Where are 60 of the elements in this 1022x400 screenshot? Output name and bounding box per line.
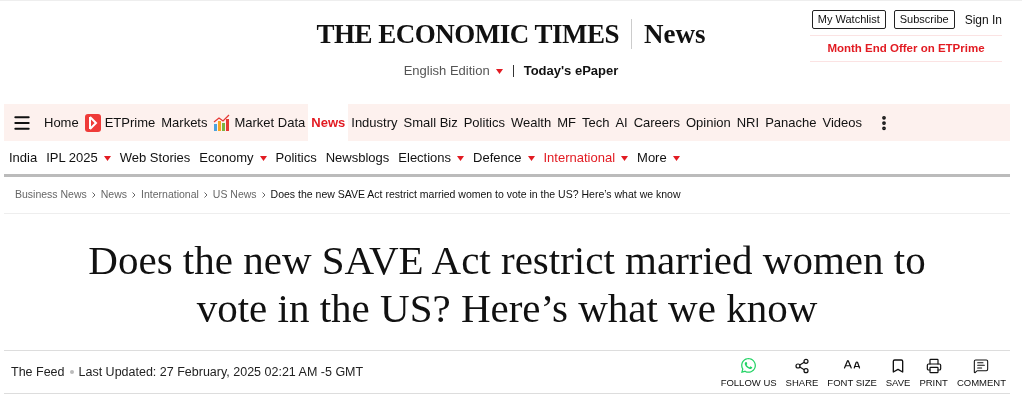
print-icon	[925, 358, 942, 375]
subnav-link[interactable]: Defence	[473, 147, 535, 168]
breadcrumb-link[interactable]: Does the new SAVE Act restrict married women to vote in the US? Here’s what we know	[270, 187, 681, 203]
source-label: The Feed	[11, 363, 65, 381]
action-button[interactable]: FONT SIZE	[827, 356, 877, 388]
nav-tab[interactable]: Industry	[348, 104, 401, 141]
breadcrumb-link[interactable]: Business News	[15, 187, 87, 203]
play-badge-icon	[84, 113, 101, 132]
subnav-link[interactable]: International	[543, 147, 629, 168]
nav-tab[interactable]: Small Biz	[400, 104, 461, 141]
chevron-icon	[91, 192, 96, 198]
nav-tab[interactable]: Politics	[460, 104, 508, 141]
nav-tab[interactable]: Tech	[578, 104, 613, 141]
action-button[interactable]: SAVE	[885, 358, 911, 388]
whatsapp-icon	[740, 357, 758, 375]
sign-in-link[interactable]: Sign In	[964, 10, 1002, 29]
nav-tab[interactable]: News	[308, 104, 349, 141]
breadcrumb-link[interactable]: News	[100, 187, 128, 203]
nav-tab[interactable]: ETPrime	[81, 104, 159, 141]
bar-chart-icon	[213, 114, 231, 131]
nav-tab[interactable]: NRI	[733, 104, 763, 141]
breadcrumb-link[interactable]: US News	[212, 187, 257, 203]
chevron-icon	[203, 192, 208, 198]
subnav-link[interactable]: India	[9, 147, 38, 168]
action-button[interactable]: COMMENT	[956, 358, 1006, 388]
subnav-link[interactable]: Newsblogs	[325, 147, 390, 168]
nav-tab[interactable]: Market Data	[210, 104, 309, 141]
header-button[interactable]: My Watchlist	[811, 10, 886, 29]
nav-tab[interactable]: Videos	[819, 104, 865, 141]
section-title[interactable]: News	[644, 20, 706, 48]
action-button[interactable]: FOLLOW US	[720, 357, 777, 388]
action-button[interactable]: SHARE	[785, 358, 819, 388]
subnav-link[interactable]: Politics	[275, 147, 317, 168]
action-button[interactable]: PRINT	[919, 358, 948, 388]
subnav-link[interactable]: More	[637, 147, 680, 168]
epaper-link[interactable]: Today's ePaper	[523, 61, 619, 81]
nav-tab[interactable]: Panache	[762, 104, 820, 141]
nav-tab[interactable]: Opinion	[682, 104, 734, 141]
nav-tab[interactable]: MF	[554, 104, 579, 141]
nav-tab[interactable]: Home	[41, 104, 82, 141]
nav-tab[interactable]: Markets	[158, 104, 211, 141]
offer-link[interactable]: Month End Offer on ETPrime	[827, 40, 985, 58]
subnav-link[interactable]: Elections	[398, 147, 465, 168]
nav-tab[interactable]: Careers	[630, 104, 683, 141]
nav-tab[interactable]: AI	[612, 104, 631, 141]
breadcrumb-link[interactable]: International	[141, 187, 199, 203]
comment-icon	[973, 358, 990, 375]
edition-dropdown[interactable]: English Edition	[403, 61, 503, 81]
site-logo[interactable]: THE ECONOMIC TIMES	[316, 20, 620, 48]
subnav-link[interactable]: Economy	[199, 147, 267, 168]
updated-date: Last Updated: 27 February, 2025 02:21 AM -5 GMT	[78, 363, 364, 381]
caret-icon	[495, 69, 503, 75]
nav-tab[interactable]: Wealth	[507, 104, 555, 141]
subnav-link[interactable]: IPL 2025	[46, 147, 111, 168]
chevron-icon	[132, 192, 137, 198]
subnav-link[interactable]: Web Stories	[119, 147, 191, 168]
header-button[interactable]: Subscribe	[893, 10, 955, 29]
headline: Does the new SAVE Act restrict married women to vote in the US? Here’s what we know	[87, 236, 927, 332]
share-icon	[793, 358, 810, 375]
chevron-icon	[261, 192, 266, 198]
